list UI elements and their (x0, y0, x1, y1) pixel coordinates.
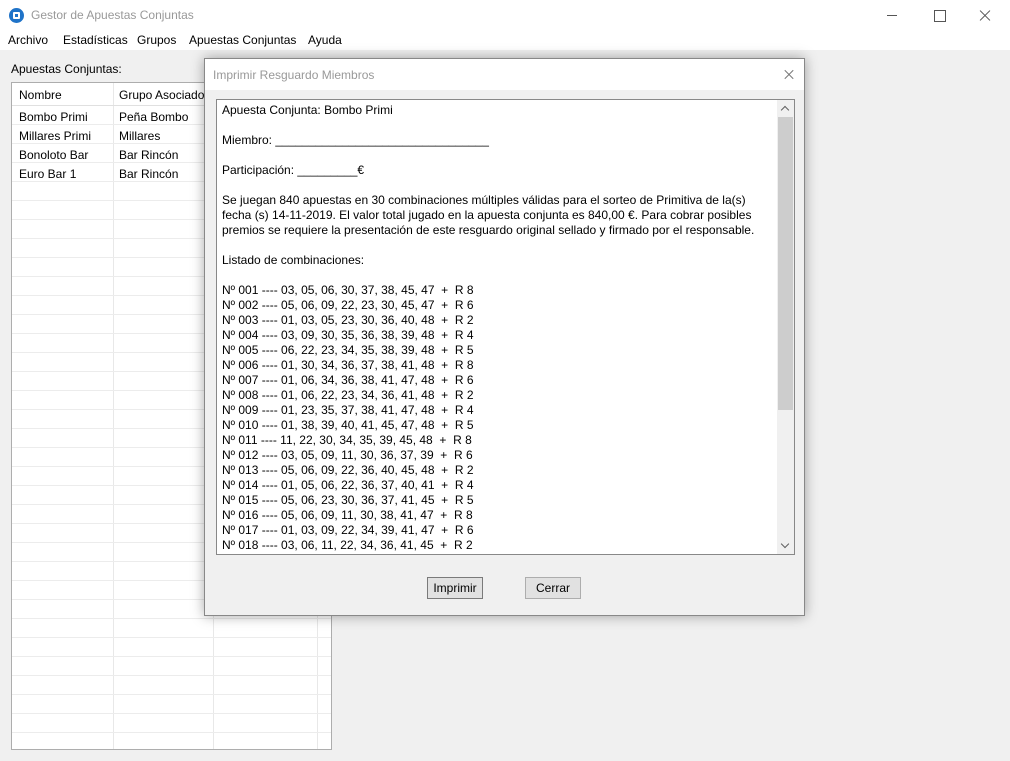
column-header-nombre[interactable]: Nombre (19, 88, 62, 102)
combination-line: Nº 016 ---- 05, 06, 09, 11, 30, 38, 41, … (222, 508, 473, 522)
scroll-down-arrow-icon[interactable] (777, 537, 794, 554)
table-cell-grupo[interactable]: Peña Bombo (119, 110, 188, 124)
table-cell-nombre[interactable]: Bombo Primi (19, 110, 88, 124)
table-cell-grupo[interactable]: Millares (119, 129, 160, 143)
combination-line: Nº 013 ---- 05, 06, 09, 22, 36, 40, 45, … (222, 463, 474, 477)
vertical-scrollbar[interactable] (777, 100, 794, 554)
scroll-up-arrow-icon[interactable] (777, 100, 794, 117)
row-divider (12, 713, 331, 714)
row-divider (12, 618, 331, 619)
minimize-button[interactable] (870, 0, 916, 31)
receipt-header: Apuesta Conjunta: Bombo Primi (222, 103, 393, 117)
table-cell-nombre[interactable]: Millares Primi (19, 129, 91, 143)
scroll-thumb[interactable] (778, 117, 793, 410)
row-divider (12, 675, 331, 676)
column-header-grupo[interactable]: Grupo Asociado (119, 88, 204, 102)
receipt-text-area[interactable]: Apuesta Conjunta: Bombo Primi Miembro: _… (216, 99, 795, 555)
close-window-button[interactable] (962, 0, 1008, 31)
participation-line: Participación: _________€ (222, 163, 365, 177)
table-cell-nombre[interactable]: Euro Bar 1 (19, 167, 76, 181)
menu-apuestas-conjuntas[interactable]: Apuestas Conjuntas (187, 33, 298, 47)
menu-grupos[interactable]: Grupos (135, 33, 178, 47)
menu-estadisticas[interactable]: Estadísticas (61, 33, 130, 47)
table-cell-grupo[interactable]: Bar Rincón (119, 148, 178, 162)
combination-line: Nº 008 ---- 01, 06, 22, 23, 34, 36, 41, … (222, 388, 474, 402)
dialog-title: Imprimir Resguardo Miembros (213, 68, 375, 82)
combination-line: Nº 017 ---- 01, 03, 09, 22, 34, 39, 41, … (222, 523, 474, 537)
combination-line: Nº 009 ---- 01, 23, 35, 37, 38, 41, 47, … (222, 403, 474, 417)
combination-line: Nº 018 ---- 03, 06, 11, 22, 34, 36, 41, … (222, 538, 473, 552)
combination-line: Nº 012 ---- 03, 05, 09, 11, 30, 36, 37, … (222, 448, 473, 462)
dialog-close-icon[interactable] (771, 59, 805, 90)
menu-bar: Archivo Estadísticas Grupos Apuestas Con… (0, 31, 1010, 50)
combination-line: Nº 002 ---- 05, 06, 09, 22, 23, 30, 45, … (222, 298, 474, 312)
window-title: Gestor de Apuestas Conjuntas (31, 8, 194, 22)
menu-ayuda[interactable]: Ayuda (306, 33, 344, 47)
combinations-title: Listado de combinaciones: (222, 253, 365, 267)
combination-line: Nº 001 ---- 03, 05, 06, 30, 37, 38, 45, … (222, 283, 474, 297)
row-divider (12, 732, 331, 733)
close-button[interactable]: Cerrar (525, 577, 581, 599)
receipt-paragraph: Se juegan 840 apuestas en 30 combinacion… (222, 193, 755, 237)
combination-line: Nº 006 ---- 01, 30, 34, 36, 37, 38, 41, … (222, 358, 474, 372)
menu-archivo[interactable]: Archivo (6, 33, 50, 47)
combination-line: Nº 003 ---- 01, 03, 05, 23, 30, 36, 40, … (222, 313, 474, 327)
member-line: Miembro: _______________________________… (222, 133, 489, 147)
dialog-titlebar: Imprimir Resguardo Miembros (205, 59, 804, 90)
combination-line: Nº 005 ---- 06, 22, 23, 34, 35, 38, 39, … (222, 343, 474, 357)
app-logo-icon (9, 8, 24, 23)
column-divider (113, 83, 114, 749)
combination-line: Nº 011 ---- 11, 22, 30, 34, 35, 39, 45, … (222, 433, 472, 447)
combination-line: Nº 015 ---- 05, 06, 23, 30, 36, 37, 41, … (222, 493, 474, 507)
window-titlebar: Gestor de Apuestas Conjuntas (0, 0, 1010, 31)
print-receipt-dialog: Imprimir Resguardo Miembros Apuesta Conj… (204, 58, 805, 616)
receipt-text: Apuesta Conjunta: Bombo Primi Miembro: _… (222, 103, 770, 553)
combination-line: Nº 004 ---- 03, 09, 30, 35, 36, 38, 39, … (222, 328, 474, 342)
table-cell-nombre[interactable]: Bonoloto Bar (19, 148, 88, 162)
row-divider (12, 694, 331, 695)
row-divider (12, 656, 331, 657)
row-divider (12, 637, 331, 638)
combination-line: Nº 007 ---- 01, 06, 34, 36, 38, 41, 47, … (222, 373, 474, 387)
print-button[interactable]: Imprimir (427, 577, 483, 599)
section-label: Apuestas Conjuntas: (11, 62, 122, 76)
maximize-button[interactable] (916, 0, 962, 31)
combination-line: Nº 010 ---- 01, 38, 39, 40, 41, 45, 47, … (222, 418, 474, 432)
table-cell-grupo[interactable]: Bar Rincón (119, 167, 178, 181)
combination-line: Nº 014 ---- 01, 05, 06, 22, 36, 37, 40, … (222, 478, 474, 492)
